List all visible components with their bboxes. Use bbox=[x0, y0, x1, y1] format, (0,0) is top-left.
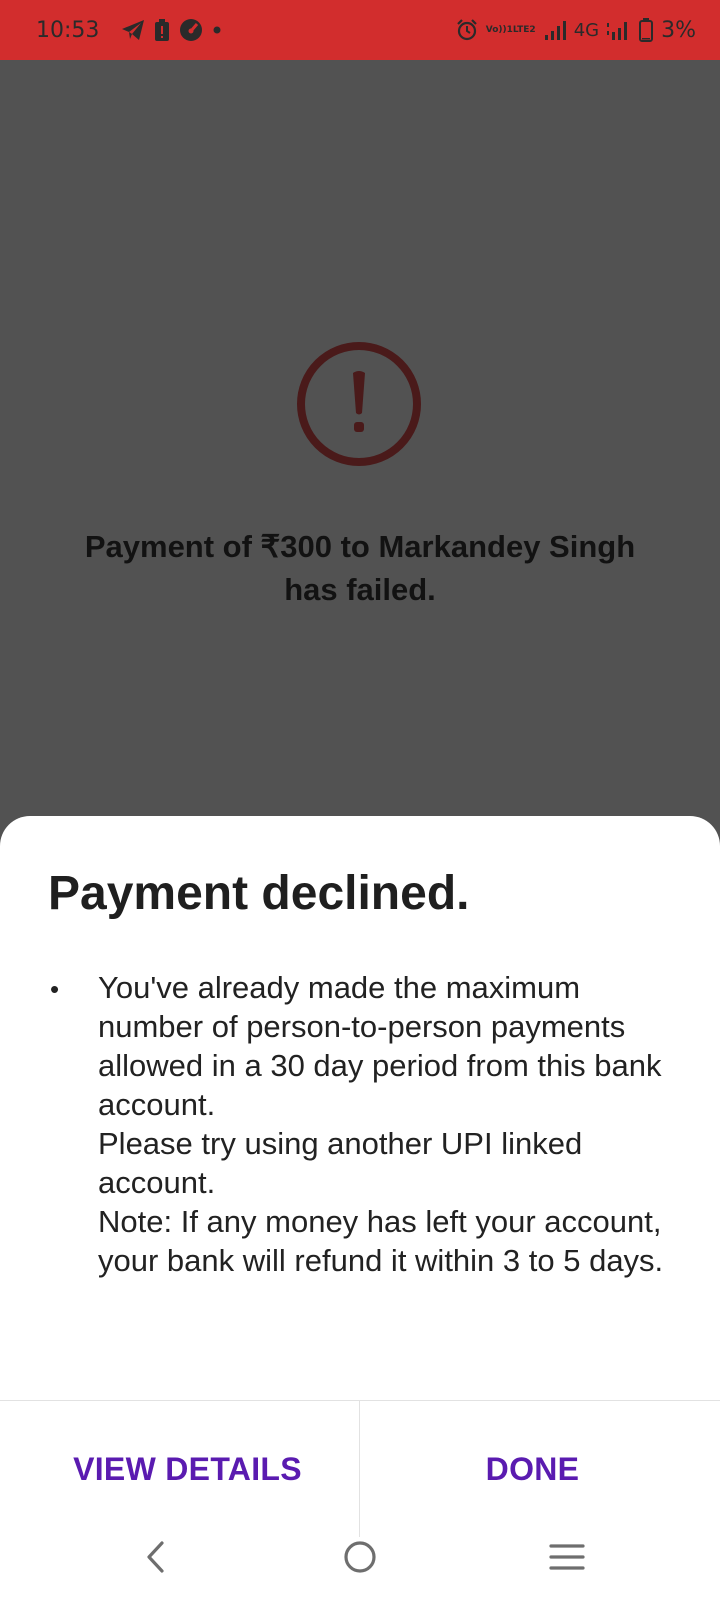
home-icon[interactable] bbox=[335, 1537, 385, 1577]
status-bar: 10:53 Vo))1 LTE2 4G 3% bbox=[0, 0, 720, 60]
view-details-button[interactable]: VIEW DETAILS bbox=[0, 1401, 375, 1537]
decline-reason-text: You've already made the maximum number o… bbox=[98, 970, 664, 1278]
status-bar-right: Vo))1 LTE2 4G 3% bbox=[456, 18, 696, 43]
dot-icon bbox=[213, 26, 221, 34]
alarm-icon bbox=[456, 19, 478, 41]
menu-icon[interactable] bbox=[542, 1537, 592, 1577]
navigation-bar bbox=[0, 1537, 720, 1600]
battery-icon bbox=[639, 18, 654, 42]
status-bar-left: 10:53 bbox=[36, 18, 231, 43]
payment-failed-message: Payment of ₹300 to Markandey Singh has f… bbox=[84, 529, 636, 607]
signal-icon-2 bbox=[607, 20, 631, 40]
volte-line1: Vo))1 bbox=[485, 24, 513, 35]
bullet-point: • bbox=[50, 974, 60, 1004]
battery-percent: 3% bbox=[661, 17, 696, 43]
status-time: 10:53 bbox=[36, 17, 100, 43]
volte-line2: LTE2 bbox=[512, 24, 536, 35]
battery-alert-icon bbox=[155, 19, 170, 41]
exclamation-circle-icon bbox=[297, 342, 421, 466]
back-icon[interactable] bbox=[130, 1537, 180, 1577]
done-button[interactable]: DONE bbox=[360, 1401, 705, 1537]
speedometer-icon bbox=[179, 18, 203, 42]
volte-icon: Vo))1 LTE2 bbox=[485, 24, 536, 35]
telegram-icon bbox=[121, 19, 145, 41]
sheet-title: Payment declined. bbox=[48, 867, 470, 920]
payment-declined-sheet: Payment declined. • You've already made … bbox=[0, 816, 720, 1600]
signal-icon bbox=[544, 20, 566, 40]
network-type: 4G bbox=[573, 19, 600, 41]
